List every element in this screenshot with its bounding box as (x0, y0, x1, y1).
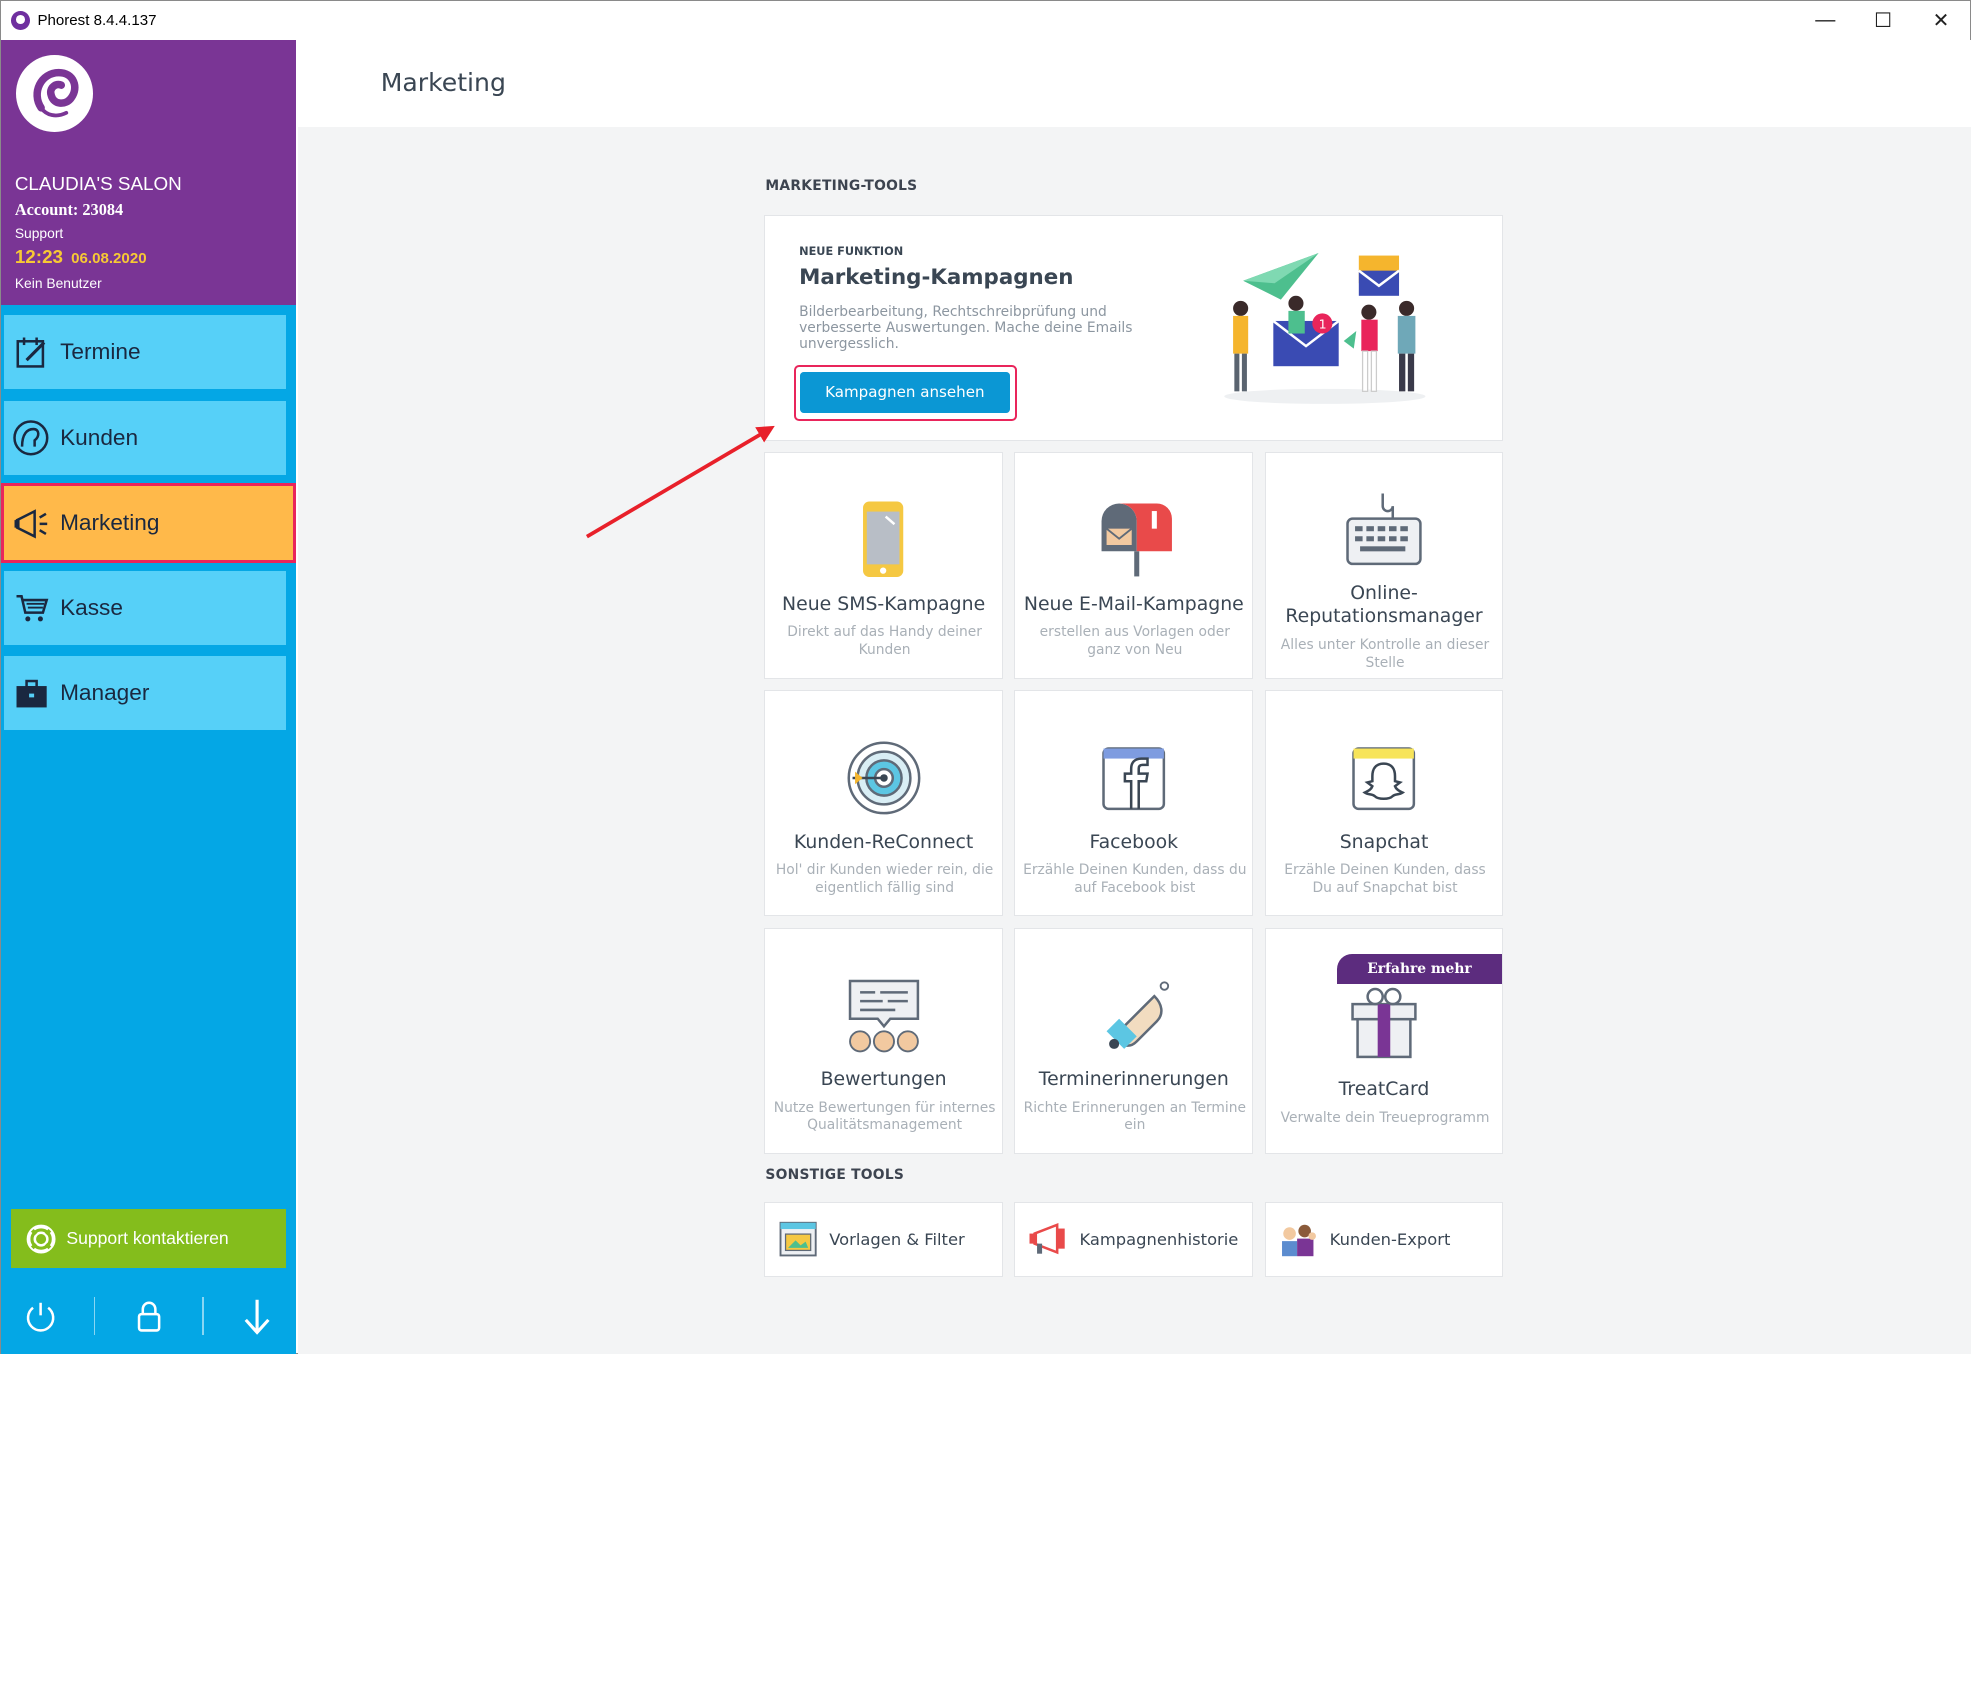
shopping-cart-icon (12, 589, 50, 627)
facebook-card[interactable]: Facebook Erzähle Deinen Kunden, dass du … (1014, 689, 1254, 917)
phone-icon (765, 499, 1002, 579)
users-export-icon (1277, 1218, 1320, 1261)
arrow-down-icon[interactable] (232, 1293, 282, 1338)
sidebar-item-label: Termine (60, 339, 141, 365)
other-tools-heading: SONSTIGE TOOLS (765, 1166, 905, 1183)
feature-kicker: NEUE FUNKTION (799, 244, 904, 258)
card-description: Richte Erinnerungen an Termine ein (1023, 1099, 1246, 1134)
card-description: Direkt auf das Handy deiner Kunden (787, 624, 982, 658)
mailbox-icon (1015, 501, 1252, 579)
card-title: Bewertungen (820, 1069, 947, 1091)
current-time: 12:23 (14, 246, 64, 268)
calendar-edit-icon (12, 334, 50, 372)
window-title: Phorest 8.4.4.137 (37, 11, 157, 29)
card-title: Snapchat (1339, 831, 1429, 853)
target-icon (765, 739, 1002, 817)
account-number: Account: 23084 (14, 199, 124, 219)
close-button[interactable]: ✕ (1912, 1, 1970, 40)
card-title: TreatCard (1338, 1079, 1430, 1101)
sidebar-item-termine[interactable]: Termine (3, 315, 287, 390)
tool-label: Kunden-Export (1329, 1229, 1451, 1249)
power-icon[interactable] (15, 1293, 65, 1338)
maximize-button[interactable]: ☐ (1854, 1, 1912, 40)
feature-description: Bilderbearbeitung, Rechtschreibprüfung u… (799, 303, 1133, 353)
page-header: Marketing (297, 39, 1971, 127)
title-bar: Phorest 8.4.4.137 — ☐ ✕ (1, 1, 1970, 40)
gift-icon (1266, 984, 1503, 1062)
cta-highlight: Kampagnen ansehen (794, 365, 1017, 421)
reconnect-card[interactable]: Kunden-ReConnect Hol' dir Kunden wieder … (764, 689, 1004, 917)
card-description: Nutze Bewertungen für internes Qualitäts… (773, 1099, 996, 1134)
svg-text:1: 1 (1318, 317, 1326, 332)
templates-filter-button[interactable]: Vorlagen & Filter (764, 1201, 1004, 1278)
card-description: Alles unter Kontrolle an dieser Stelle (1280, 636, 1490, 671)
sidebar-item-label: Kunden (60, 424, 139, 450)
card-description: Erzähle Deinen Kunden, dass du auf Faceb… (1023, 861, 1247, 896)
client-export-button[interactable]: Kunden-Export (1264, 1201, 1504, 1278)
email-campaign-card[interactable]: Neue E-Mail-Kampagne erstellen aus Vorla… (1014, 452, 1254, 679)
reviews-icon (765, 976, 1002, 1054)
snapchat-icon (1266, 746, 1503, 811)
view-campaigns-button[interactable]: Kampagnen ansehen (799, 372, 1010, 413)
campaign-history-button[interactable]: Kampagnenhistorie (1014, 1201, 1254, 1278)
sidebar-item-label: Manager (60, 680, 150, 706)
keyboard-icon (1266, 491, 1503, 569)
card-title: Facebook (1089, 831, 1179, 853)
phorest-app-icon (11, 11, 30, 30)
campaign-illustration: 1 (1218, 243, 1432, 411)
reminders-card[interactable]: Terminerinnerungen Richte Erinnerungen a… (1014, 927, 1254, 1154)
app-window: Phorest 8.4.4.137 — ☐ ✕ CLAUDIA'S SALON … (0, 0, 1971, 1355)
phorest-logo-icon (16, 55, 93, 132)
megaphone-icon (12, 505, 50, 543)
feature-title: Marketing-Kampagnen (799, 264, 1074, 290)
client-head-icon (12, 419, 50, 457)
sidebar-item-kunden[interactable]: Kunden (3, 400, 287, 475)
lock-icon[interactable] (124, 1293, 174, 1338)
tool-label: Vorlagen & Filter (829, 1229, 965, 1249)
minimize-button[interactable]: — (1796, 1, 1854, 40)
page-title: Marketing (380, 67, 506, 97)
reputation-manager-card[interactable]: Online-Reputationsmanager Alles unter Ko… (1264, 452, 1504, 679)
sidebar-item-marketing[interactable]: Marketing (0, 483, 296, 564)
card-description: Hol' dir Kunden wieder rein, die eigentl… (775, 861, 994, 896)
megaphone-history-icon (1027, 1218, 1070, 1261)
template-icon (776, 1218, 819, 1261)
snapchat-card[interactable]: Snapchat Erzähle Deinen Kunden, dass Du … (1264, 689, 1504, 917)
card-description: Verwalte dein Treueprogramm (1280, 1109, 1490, 1126)
learn-more-ribbon[interactable]: Erfahre mehr (1336, 953, 1503, 984)
lifebuoy-icon (26, 1224, 56, 1254)
support-button-label: Support kontaktieren (66, 1228, 229, 1249)
reviews-card[interactable]: Bewertungen Nutze Bewertungen für intern… (764, 927, 1004, 1154)
clock: 12:23 06.08.2020 (15, 246, 147, 269)
marketing-tools-heading: MARKETING-TOOLS (765, 178, 918, 195)
sidebar-item-kasse[interactable]: Kasse (3, 570, 287, 645)
sidebar-footer (1, 1291, 296, 1341)
card-description: Erzähle Deinen Kunden, dass Du auf Snapc… (1284, 861, 1486, 896)
card-title: Online-Reputationsmanager (1285, 582, 1483, 628)
sms-campaign-card[interactable]: Neue SMS-Kampagne Direkt auf das Handy d… (764, 452, 1004, 679)
user-role: Support (14, 224, 64, 241)
card-description: erstellen aus Vorlagen oder ganz von Neu (1039, 624, 1230, 658)
sidebar-item-manager[interactable]: Manager (3, 656, 287, 731)
card-title: Neue E-Mail-Kampagne (1023, 594, 1244, 616)
campaigns-feature-card: NEUE FUNKTION Marketing-Kampagnen Bilder… (764, 214, 1504, 442)
main-content: Marketing MARKETING-TOOLS NEUE FUNKTION … (297, 39, 1971, 1354)
sidebar: CLAUDIA'S SALON Account: 23084 Support 1… (0, 39, 297, 1354)
facebook-icon (1015, 746, 1252, 811)
current-date: 06.08.2020 (71, 250, 147, 268)
treatcard-card[interactable]: Erfahre mehr TreatCard Verwalte dein Tre… (1264, 927, 1504, 1154)
sidebar-item-label: Marketing (60, 510, 160, 536)
card-title: Neue SMS-Kampagne (782, 594, 986, 616)
sidebar-item-label: Kasse (60, 594, 123, 620)
current-user: Kein Benutzer (14, 275, 102, 292)
profile-panel: CLAUDIA'S SALON Account: 23084 Support 1… (1, 39, 297, 306)
card-title: Kunden-ReConnect (793, 831, 974, 853)
bell-icon (1015, 976, 1252, 1056)
briefcase-icon (12, 674, 50, 712)
card-title: Terminerinnerungen (1038, 1069, 1229, 1091)
tool-label: Kampagnenhistorie (1079, 1229, 1239, 1249)
salon-name: CLAUDIA'S SALON (14, 173, 182, 195)
support-contact-button[interactable]: Support kontaktieren (11, 1209, 287, 1269)
